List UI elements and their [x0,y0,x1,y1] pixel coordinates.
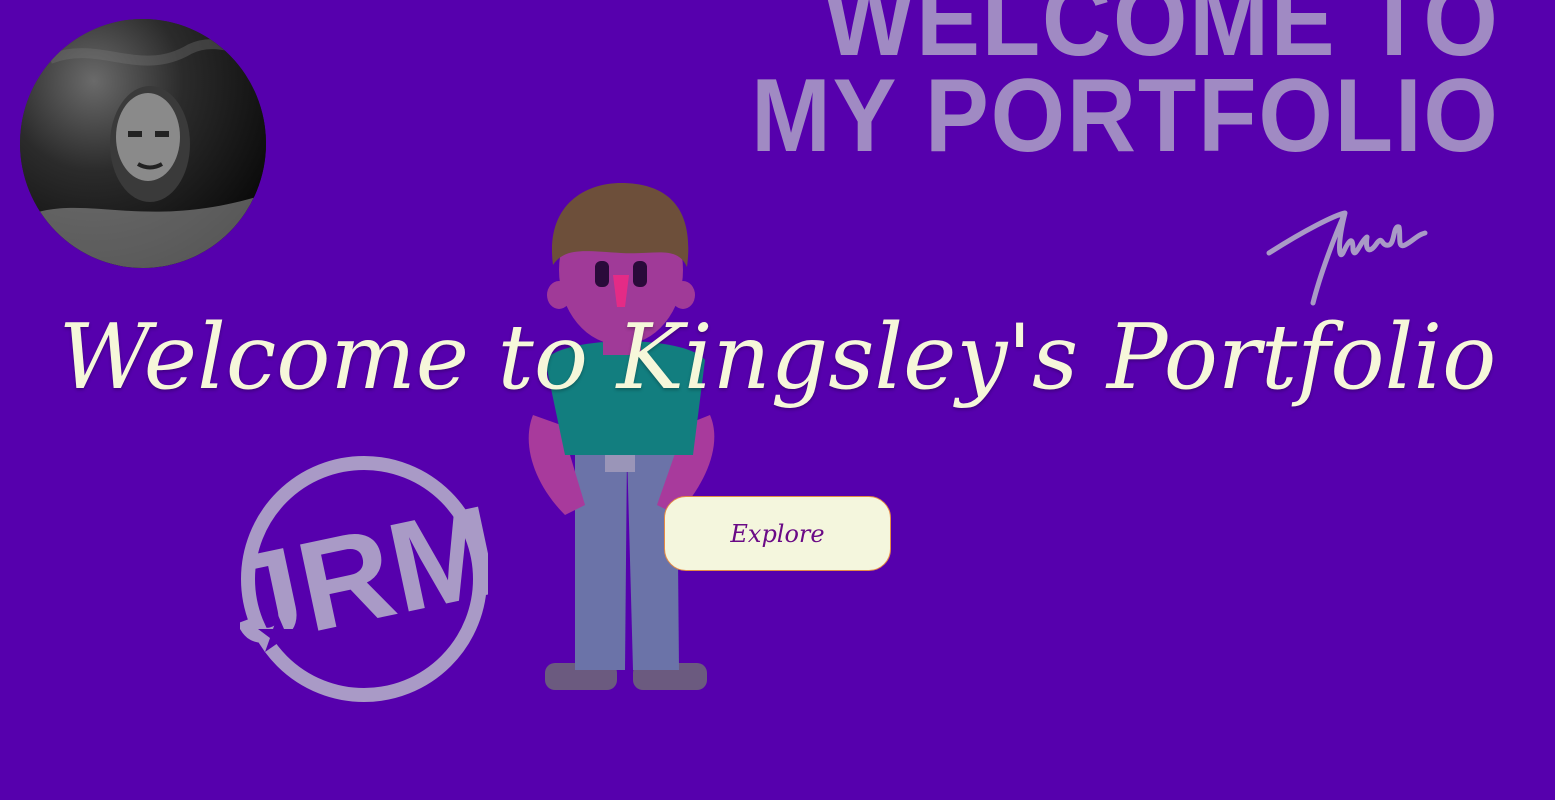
avatar [20,19,266,268]
background-heading: WELCOME TO MY PORTFOLIO [751,0,1500,174]
person-illustration-icon [528,183,715,690]
background-heading-line-2: MY PORTFOLIO [751,58,1500,174]
page-title: Welcome to Kingsley's Portfolio [58,305,1497,410]
monogram-seal-icon: JRM [240,456,488,702]
explore-button[interactable]: Explore [664,496,891,571]
profile-photo-icon [20,19,266,268]
portfolio-landing-page: WELCOME TO MY PORTFOLIO JRM Welcome to K… [0,0,1555,800]
